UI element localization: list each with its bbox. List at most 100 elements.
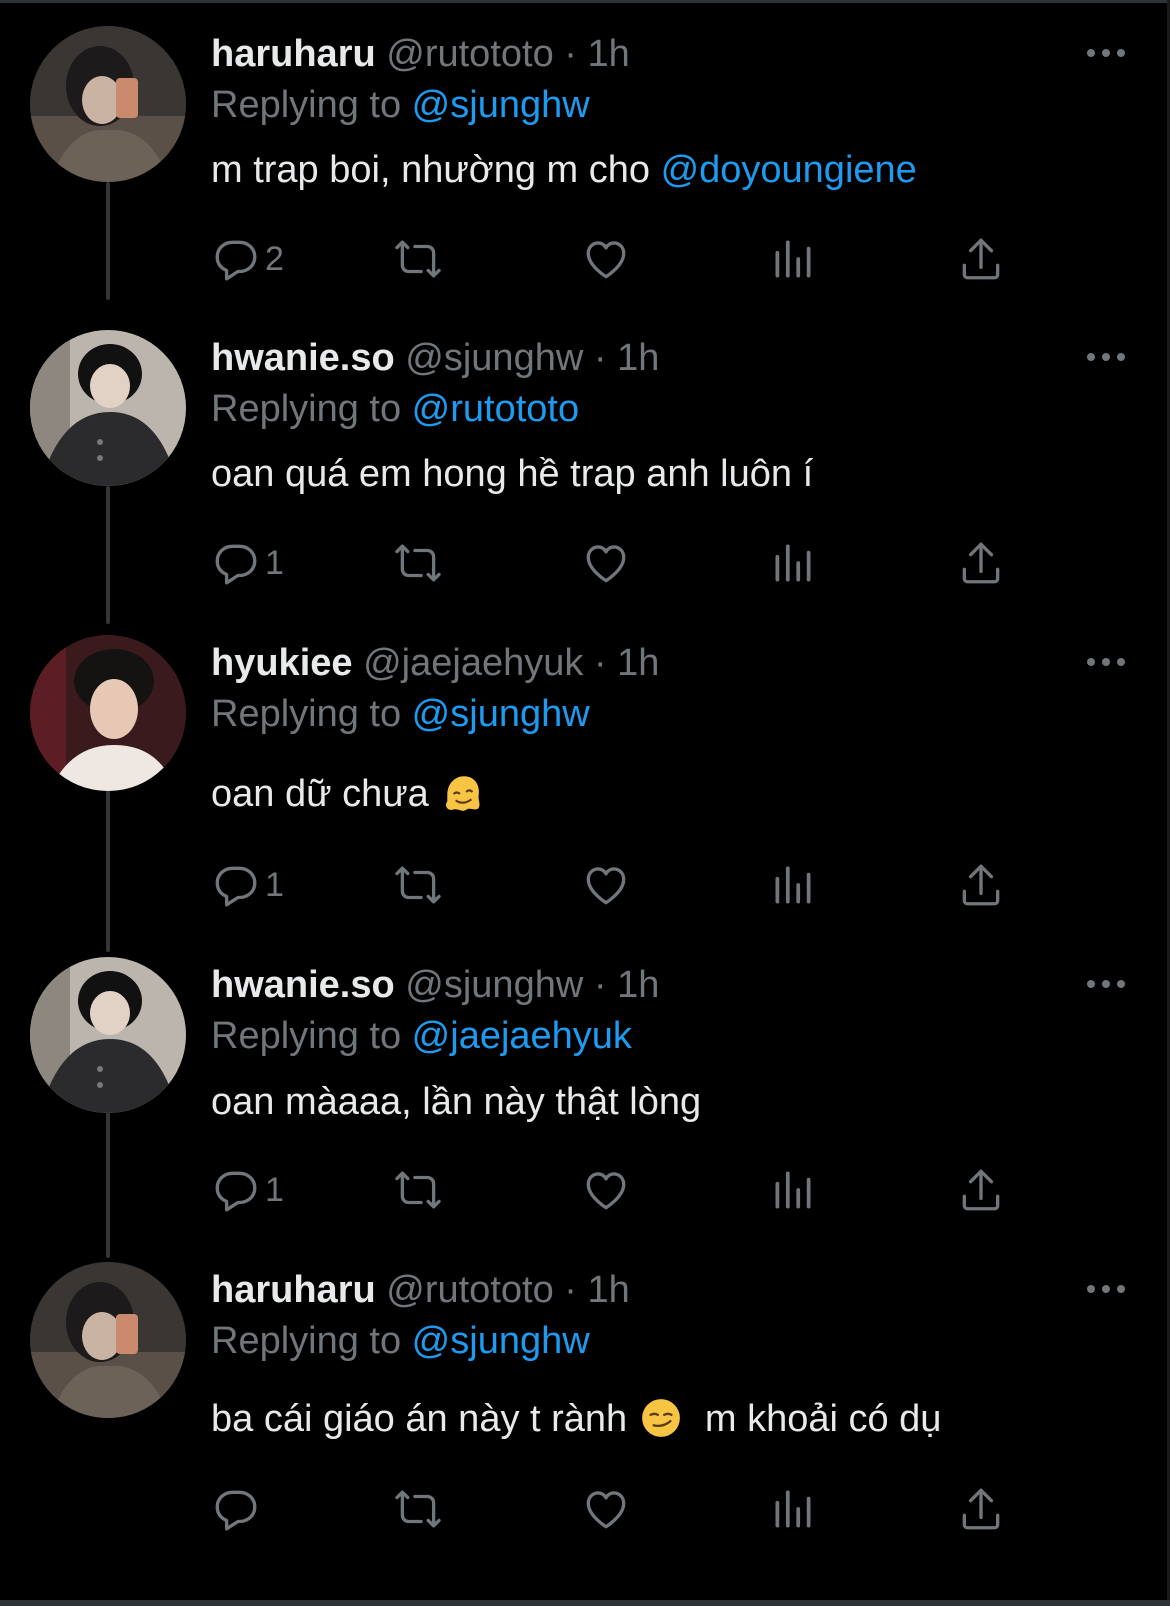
timestamp[interactable]: 1h bbox=[587, 1269, 629, 1311]
avatar[interactable] bbox=[30, 957, 186, 1113]
replying-to: Replying to @sjunghw bbox=[211, 1319, 590, 1363]
like-button[interactable] bbox=[581, 857, 631, 913]
replying-to: Replying to @sjunghw bbox=[211, 692, 590, 736]
display-name[interactable]: haruharu bbox=[211, 33, 376, 75]
user-handle[interactable]: @jaejaehyuk bbox=[363, 642, 583, 684]
more-icon[interactable] bbox=[1086, 352, 1126, 362]
share-button[interactable] bbox=[956, 1162, 1006, 1218]
like-button[interactable] bbox=[581, 231, 631, 287]
like-icon bbox=[581, 1484, 631, 1534]
reply-icon bbox=[211, 1484, 261, 1534]
replying-to-label: Replying to bbox=[211, 1320, 412, 1362]
retweet-button[interactable] bbox=[393, 1481, 443, 1537]
share-button[interactable] bbox=[956, 535, 1006, 591]
views-button[interactable] bbox=[768, 231, 818, 287]
retweet-icon bbox=[393, 538, 443, 588]
share-icon bbox=[956, 1165, 1006, 1215]
share-button[interactable] bbox=[956, 1481, 1006, 1537]
more-icon[interactable] bbox=[1086, 979, 1126, 989]
retweet-button[interactable] bbox=[393, 231, 443, 287]
replying-to: Replying to @sjunghw bbox=[211, 83, 590, 127]
top-border bbox=[0, 0, 1170, 3]
views-icon bbox=[768, 1165, 818, 1215]
display-name[interactable]: hwanie.so bbox=[211, 964, 395, 1006]
thread-connector bbox=[106, 486, 110, 624]
avatar[interactable] bbox=[30, 635, 186, 791]
like-button[interactable] bbox=[581, 1481, 631, 1537]
reply-button[interactable]: 2 bbox=[211, 231, 284, 287]
reply-count: 2 bbox=[265, 239, 284, 278]
reply-button[interactable]: 1 bbox=[211, 535, 284, 591]
views-button[interactable] bbox=[768, 857, 818, 913]
more-icon[interactable] bbox=[1086, 1284, 1126, 1294]
reply-icon bbox=[211, 1165, 261, 1215]
display-name[interactable]: hwanie.so bbox=[211, 337, 395, 379]
separator-dot: · bbox=[593, 642, 607, 684]
replying-to: Replying to @jaejaehyuk bbox=[211, 1014, 632, 1058]
tweet-text: m trap boi, nhường m cho @doyoungiene bbox=[211, 147, 917, 193]
like-icon bbox=[581, 860, 631, 910]
views-icon bbox=[768, 1484, 818, 1534]
separator-dot: · bbox=[564, 33, 577, 75]
views-icon bbox=[768, 234, 818, 284]
avatar[interactable] bbox=[30, 330, 186, 486]
views-button[interactable] bbox=[768, 535, 818, 591]
tweet-text: oan dữ chưa bbox=[211, 771, 485, 817]
bottom-border bbox=[0, 1600, 1170, 1606]
more-icon[interactable] bbox=[1086, 657, 1126, 667]
views-button[interactable] bbox=[768, 1162, 818, 1218]
like-button[interactable] bbox=[581, 1162, 631, 1218]
share-button[interactable] bbox=[956, 231, 1006, 287]
retweet-button[interactable] bbox=[393, 1162, 443, 1218]
like-button[interactable] bbox=[581, 535, 631, 591]
share-icon bbox=[956, 234, 1006, 284]
retweet-button[interactable] bbox=[393, 857, 443, 913]
reply-button[interactable]: 1 bbox=[211, 857, 284, 913]
tweet-text: oan màaaa, lần này thật lòng bbox=[211, 1079, 701, 1125]
replying-to-label: Replying to bbox=[211, 84, 412, 126]
reply-mention[interactable]: @sjunghw bbox=[412, 693, 590, 735]
thread-connector bbox=[106, 1112, 110, 1258]
reply-mention[interactable]: @sjunghw bbox=[412, 1320, 590, 1362]
timestamp[interactable]: 1h bbox=[587, 33, 629, 75]
views-button[interactable] bbox=[768, 1481, 818, 1537]
like-icon bbox=[581, 234, 631, 284]
reply-button[interactable] bbox=[211, 1481, 265, 1537]
user-handle[interactable]: @sjunghw bbox=[405, 964, 583, 1006]
display-name[interactable]: haruharu bbox=[211, 1269, 376, 1311]
tweet-text: ba cái giáo án này t rành m khoải có dụ bbox=[211, 1396, 941, 1442]
like-icon bbox=[581, 1165, 631, 1215]
retweet-icon bbox=[393, 234, 443, 284]
user-handle[interactable]: @rutototo bbox=[386, 33, 553, 75]
avatar[interactable] bbox=[30, 26, 186, 182]
separator-dot: · bbox=[564, 1269, 577, 1311]
reply-mention[interactable]: @rutototo bbox=[412, 388, 579, 430]
timestamp[interactable]: 1h bbox=[617, 642, 659, 684]
reply-mention[interactable]: @jaejaehyuk bbox=[412, 1015, 632, 1057]
tweet-text-part: ba cái giáo án này t rành bbox=[211, 1398, 638, 1440]
tweet-header: haruharu @rutototo · 1h bbox=[211, 1268, 630, 1312]
tweet-text: oan quá em hong hề trap anh luôn í bbox=[211, 451, 813, 497]
retweet-icon bbox=[393, 860, 443, 910]
replying-to-label: Replying to bbox=[211, 1015, 412, 1057]
more-icon[interactable] bbox=[1086, 48, 1126, 58]
retweet-icon bbox=[393, 1484, 443, 1534]
share-icon bbox=[956, 1484, 1006, 1534]
reply-mention[interactable]: @sjunghw bbox=[412, 84, 590, 126]
retweet-button[interactable] bbox=[393, 535, 443, 591]
timestamp[interactable]: 1h bbox=[617, 964, 659, 1006]
smirking-face-emoji bbox=[641, 1399, 680, 1437]
thread-connector bbox=[106, 790, 110, 952]
share-icon bbox=[956, 860, 1006, 910]
reply-count: 1 bbox=[265, 865, 284, 904]
thread-connector bbox=[106, 182, 110, 300]
avatar[interactable] bbox=[30, 1262, 186, 1418]
body-mention[interactable]: @doyoungiene bbox=[661, 149, 917, 191]
share-button[interactable] bbox=[956, 857, 1006, 913]
tweet-header: hwanie.so @sjunghw · 1h bbox=[211, 336, 659, 380]
display-name[interactable]: hyukiee bbox=[211, 642, 353, 684]
timestamp[interactable]: 1h bbox=[617, 337, 659, 379]
user-handle[interactable]: @rutototo bbox=[386, 1269, 553, 1311]
reply-button[interactable]: 1 bbox=[211, 1162, 284, 1218]
user-handle[interactable]: @sjunghw bbox=[405, 337, 583, 379]
